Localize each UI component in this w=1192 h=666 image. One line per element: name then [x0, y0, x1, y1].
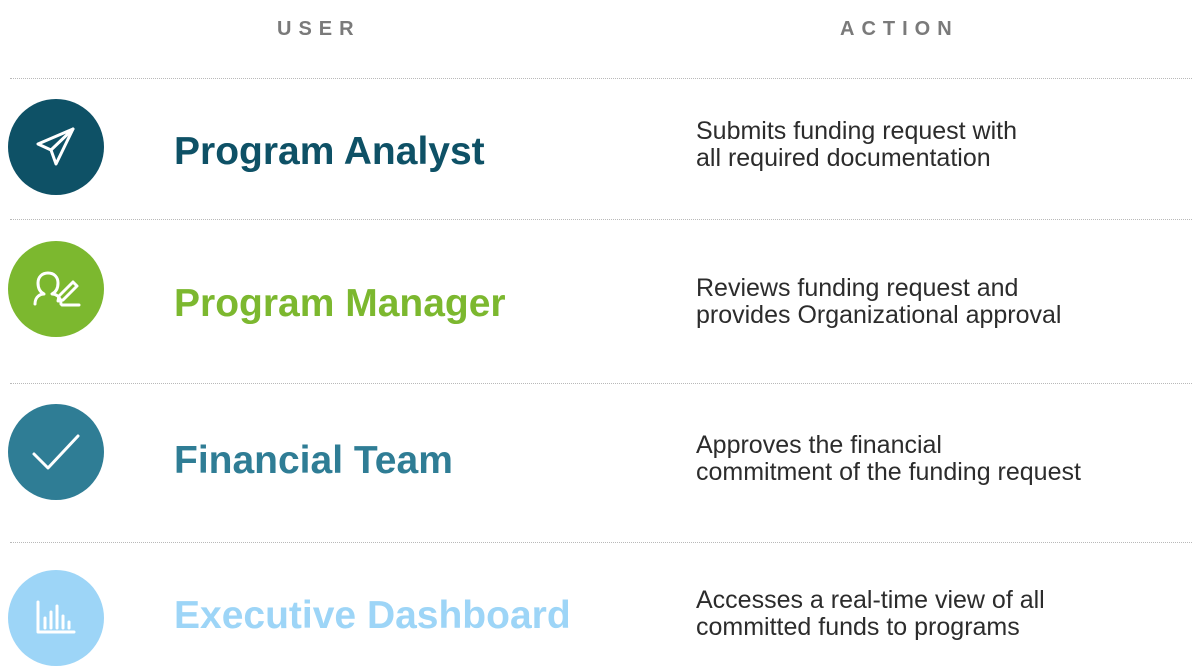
- divider: [10, 383, 1192, 384]
- action-description: Approves the financial commitment of the…: [696, 431, 1081, 486]
- column-header-user: USER: [277, 18, 361, 40]
- role-name: Program Analyst: [174, 130, 485, 173]
- role-row-executive-dashboard: Executive Dashboard Accesses a real-time…: [0, 546, 1192, 666]
- divider: [10, 542, 1192, 543]
- action-description: Submits funding request with all require…: [696, 117, 1018, 172]
- icon-circle-executive-dashboard: [8, 570, 104, 666]
- person-edit-icon: [33, 271, 81, 307]
- icon-circle-program-manager: [8, 241, 104, 337]
- role-row-program-analyst: Program Analyst Submits funding request …: [0, 87, 1192, 207]
- divider: [10, 219, 1192, 220]
- divider: [10, 78, 1192, 79]
- icon-circle-program-analyst: [8, 99, 104, 195]
- paper-plane-icon: [36, 127, 75, 166]
- role-name: Program Manager: [174, 282, 506, 325]
- role-name: Financial Team: [174, 439, 453, 482]
- checkmark-icon: [32, 434, 80, 470]
- column-header-action: ACTION: [840, 18, 959, 40]
- action-description: Reviews funding request and provides Org…: [696, 274, 1062, 329]
- role-row-program-manager: Program Manager Reviews funding request …: [0, 235, 1192, 355]
- bar-chart-icon: [36, 600, 76, 634]
- role-name: Executive Dashboard: [174, 594, 571, 637]
- action-description: Accesses a real-time view of all committ…: [696, 586, 1045, 641]
- icon-circle-financial-team: [8, 404, 104, 500]
- role-row-financial-team: Financial Team Approves the financial co…: [0, 392, 1192, 512]
